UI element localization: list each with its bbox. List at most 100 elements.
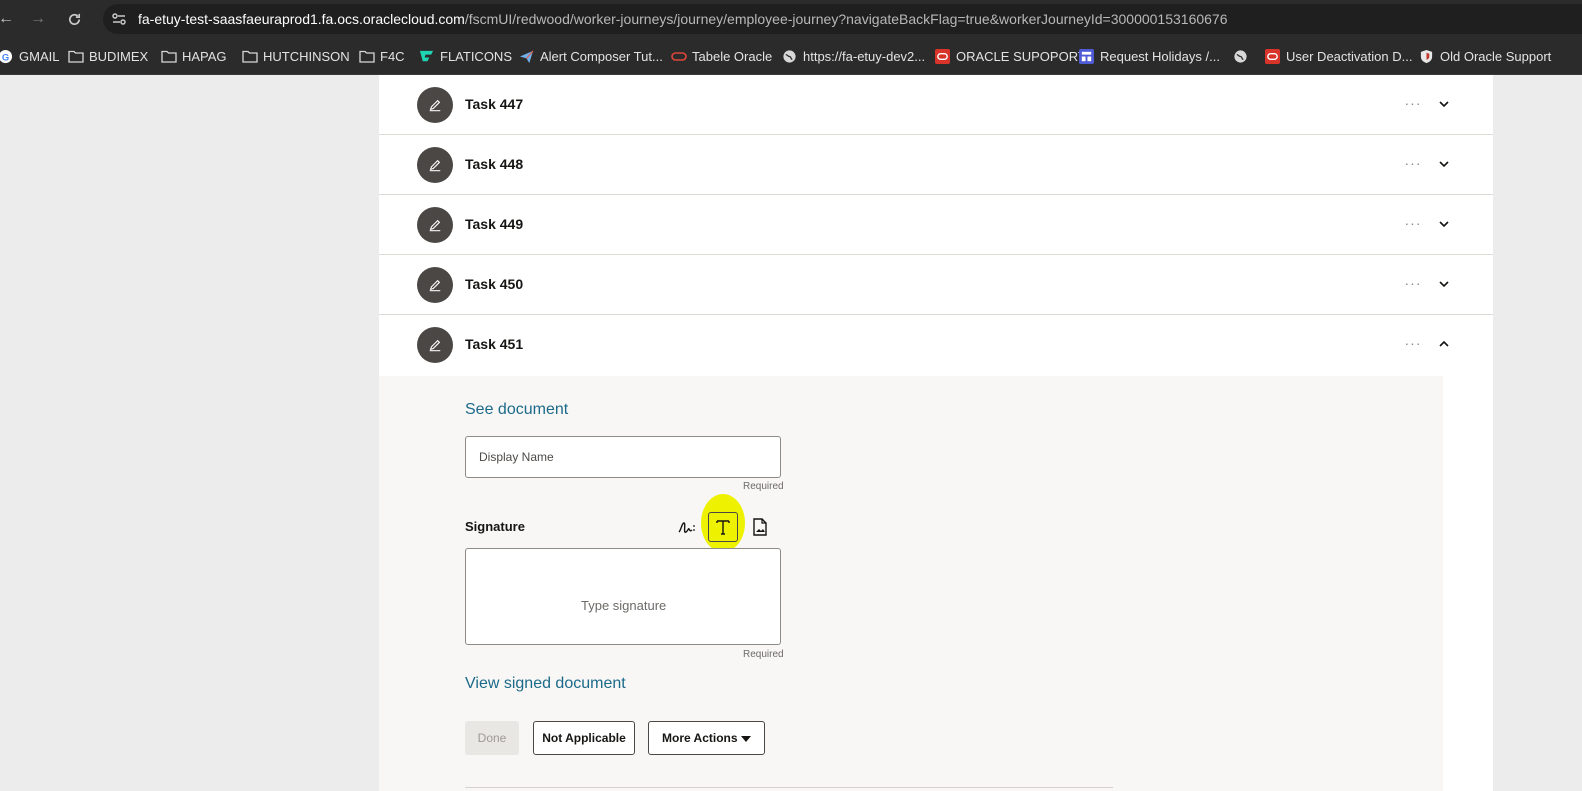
task-title[interactable]: Task 450 — [465, 276, 523, 292]
more-actions-label: More Actions — [662, 731, 738, 745]
calendar-icon — [1079, 48, 1094, 64]
google-icon: G — [0, 49, 13, 64]
more-options-icon[interactable]: ··· — [1403, 95, 1423, 111]
type-signature-icon[interactable] — [708, 512, 738, 542]
display-name-required: Required — [743, 481, 784, 492]
page-content: Task 447 ··· Task 448 ··· Task 449 ··· T… — [0, 75, 1582, 791]
bookmark-alert-composer[interactable]: Alert Composer Tut... — [519, 47, 663, 65]
bookmark-hapag[interactable]: HAPAG — [161, 47, 227, 65]
task-avatar — [417, 207, 453, 243]
chevron-down-icon[interactable] — [1437, 277, 1451, 291]
flaticon-icon — [419, 49, 434, 64]
task-title[interactable]: Task 447 — [465, 96, 523, 112]
display-name-field[interactable]: Display Name — [465, 436, 781, 478]
bookmark-old-oracle-support[interactable]: Old Oracle Support — [1419, 47, 1551, 65]
draw-signature-icon[interactable] — [672, 512, 702, 542]
bookmark-tabele-oracle[interactable]: Tabele Oracle — [671, 47, 772, 65]
chevron-down-icon[interactable] — [1437, 217, 1451, 231]
task-row-expanded[interactable]: Task 451 ··· — [379, 315, 1493, 375]
bookmark-gmail[interactable]: G GMAIL — [0, 47, 59, 65]
svg-text:G: G — [2, 52, 9, 62]
folder-icon — [242, 49, 258, 64]
site-settings-icon[interactable] — [111, 11, 127, 27]
task-row[interactable]: Task 447 ··· — [379, 75, 1493, 135]
bookmarks-bar: G GMAIL BUDIMEX HAPAG HUTCHINSON F4C FLA… — [0, 38, 1582, 75]
task-detail-panel: See document Display Name Required Signa… — [379, 376, 1443, 791]
bookmark-label: HAPAG — [182, 48, 227, 64]
more-options-icon[interactable]: ··· — [1403, 215, 1423, 231]
chevron-down-icon[interactable] — [1437, 157, 1451, 171]
bookmark-user-deactivation[interactable]: User Deactivation D... — [1265, 47, 1412, 65]
browser-address-bar: ← → fa-etuy-test-saasfaeuraprod1.fa.ocs.… — [0, 0, 1582, 38]
task-avatar — [417, 147, 453, 183]
edit-icon — [429, 279, 441, 292]
folder-icon — [161, 49, 177, 64]
folder-icon — [68, 49, 84, 64]
bookmark-f4c[interactable]: F4C — [359, 47, 405, 65]
url-text: fa-etuy-test-saasfaeuraprod1.fa.ocs.orac… — [138, 11, 1228, 27]
task-avatar — [417, 87, 453, 123]
signature-field[interactable]: Type signature — [465, 548, 781, 645]
oracle-red-icon — [935, 48, 950, 64]
bookmark-label: HUTCHINSON — [263, 48, 350, 64]
oracle-red-icon — [1265, 48, 1280, 64]
chevron-down-icon[interactable] — [1437, 97, 1451, 111]
signature-label: Signature — [465, 519, 525, 534]
signature-required: Required — [743, 649, 784, 660]
globe-icon — [1233, 49, 1248, 64]
more-options-icon[interactable]: ··· — [1403, 335, 1423, 351]
reload-icon[interactable] — [62, 7, 86, 31]
bookmark-flaticons[interactable]: FLATICONS — [419, 47, 512, 65]
task-row[interactable]: Task 449 ··· — [379, 195, 1493, 255]
back-icon[interactable]: ← — [0, 7, 18, 31]
upload-signature-icon[interactable] — [745, 512, 775, 542]
more-options-icon[interactable]: ··· — [1403, 275, 1423, 291]
signature-placeholder: Type signature — [581, 598, 667, 613]
bookmark-oracle-supoport[interactable]: ORACLE SUPOPORT — [935, 47, 1086, 65]
task-title[interactable]: Task 451 — [465, 336, 523, 352]
bookmark-label: Tabele Oracle — [692, 48, 773, 64]
task-row[interactable]: Task 448 ··· — [379, 135, 1493, 195]
divider — [465, 787, 1113, 788]
view-signed-document-link[interactable]: View signed document — [465, 675, 626, 693]
bookmark-label: ORACLE SUPOPORT — [956, 48, 1086, 64]
see-document-link[interactable]: See document — [465, 401, 568, 419]
task-avatar — [417, 327, 453, 363]
bookmark-hutchinson[interactable]: HUTCHINSON — [242, 47, 350, 65]
edit-icon — [429, 159, 441, 172]
folder-icon — [359, 49, 375, 64]
chevron-up-icon[interactable] — [1437, 337, 1451, 351]
display-name-placeholder: Display Name — [479, 450, 554, 464]
url-host: fa-etuy-test-saasfaeuraprod1.fa.ocs.orac… — [138, 11, 465, 27]
journey-task-list: Task 447 ··· Task 448 ··· Task 449 ··· T… — [379, 75, 1493, 791]
edit-icon — [429, 339, 441, 352]
bookmark-fa-etuy-dev2[interactable]: https://fa-etuy-dev2... — [782, 47, 925, 65]
task-row[interactable]: Task 450 ··· — [379, 255, 1493, 315]
globe-icon — [782, 49, 797, 64]
bookmark-budimex[interactable]: BUDIMEX — [68, 47, 148, 65]
task-title[interactable]: Task 448 — [465, 156, 523, 172]
more-actions-button[interactable]: More Actions — [648, 721, 765, 755]
oracle-icon — [671, 49, 687, 64]
forward-icon[interactable]: → — [26, 7, 50, 31]
task-avatar — [417, 267, 453, 303]
bookmark-label: Old Oracle Support — [1440, 48, 1552, 64]
caret-down-icon — [741, 736, 751, 742]
bookmark-label: F4C — [380, 48, 405, 64]
bookmark-label: FLATICONS — [440, 48, 512, 64]
edit-icon — [429, 219, 441, 232]
bookmark-label: User Deactivation D... — [1286, 48, 1413, 64]
task-title[interactable]: Task 449 — [465, 216, 523, 232]
bookmark-label: Alert Composer Tut... — [540, 48, 663, 64]
more-options-icon[interactable]: ··· — [1403, 155, 1423, 171]
bookmark-request-holidays[interactable]: Request Holidays /... — [1079, 47, 1220, 65]
paper-plane-icon — [519, 49, 534, 64]
edit-icon — [429, 99, 441, 112]
url-field[interactable]: fa-etuy-test-saasfaeuraprod1.fa.ocs.orac… — [103, 4, 1582, 34]
bookmark-label: Request Holidays /... — [1100, 48, 1220, 64]
url-path: /fscmUI/redwood/worker-journeys/journey/… — [464, 11, 1228, 27]
shield-icon — [1419, 49, 1434, 64]
not-applicable-button[interactable]: Not Applicable — [533, 721, 635, 755]
bookmark-globe[interactable] — [1233, 47, 1254, 65]
done-button[interactable]: Done — [465, 721, 519, 755]
